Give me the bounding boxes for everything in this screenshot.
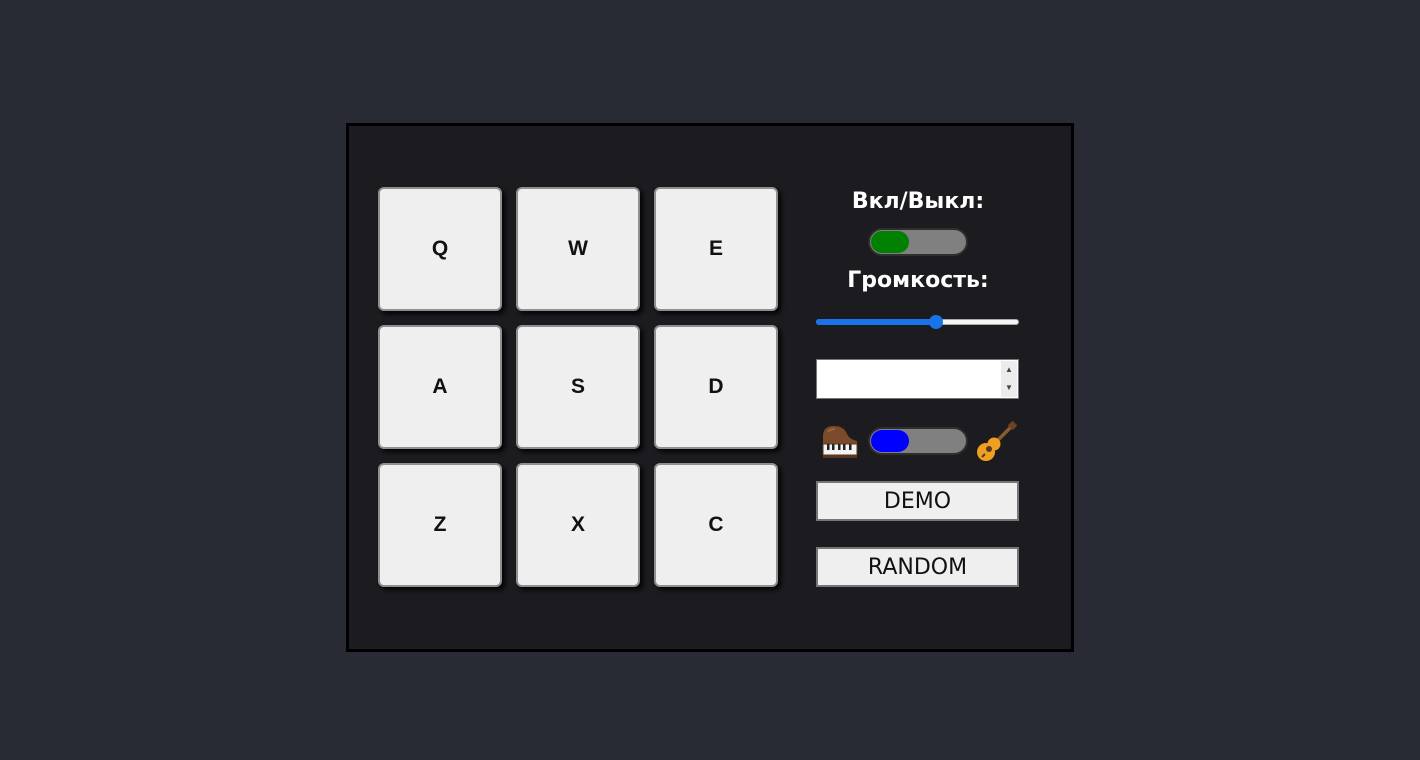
- demo-button[interactable]: DEMO: [816, 481, 1019, 521]
- drum-pad-w[interactable]: W: [516, 187, 640, 311]
- drum-pad-d[interactable]: D: [654, 325, 778, 449]
- instrument-switch[interactable]: [868, 427, 968, 455]
- volume-slider[interactable]: [816, 314, 1019, 330]
- drum-pad-z[interactable]: Z: [378, 463, 502, 587]
- drum-pad-a[interactable]: A: [378, 325, 502, 449]
- volume-slider-fill: [816, 319, 936, 325]
- drum-pad-s[interactable]: S: [516, 325, 640, 449]
- drum-pads: Q W E A S D Z X C: [378, 187, 782, 591]
- guitar-icon: [974, 420, 1018, 464]
- display-spinner: ▲ ▼: [1001, 361, 1017, 397]
- random-button[interactable]: RANDOM: [816, 547, 1019, 587]
- volume-slider-thumb[interactable]: [928, 315, 943, 329]
- volume-label: Громкость:: [847, 268, 989, 293]
- drum-pad-x[interactable]: X: [516, 463, 640, 587]
- power-switch[interactable]: [868, 228, 968, 256]
- drum-pad-q[interactable]: Q: [378, 187, 502, 311]
- drum-machine: Q W E A S D Z X C Вкл/Выкл: Громкость: ▲…: [346, 123, 1074, 652]
- drum-pad-e[interactable]: E: [654, 187, 778, 311]
- instrument-switch-knob: [871, 430, 909, 452]
- piano-icon: [820, 422, 860, 462]
- sound-display-field[interactable]: ▲ ▼: [816, 359, 1019, 399]
- power-label: Вкл/Выкл:: [851, 189, 985, 214]
- power-switch-knob: [871, 231, 909, 253]
- drum-pad-c[interactable]: C: [654, 463, 778, 587]
- spin-up-icon[interactable]: ▲: [1001, 361, 1017, 379]
- spin-down-icon[interactable]: ▼: [1001, 379, 1017, 397]
